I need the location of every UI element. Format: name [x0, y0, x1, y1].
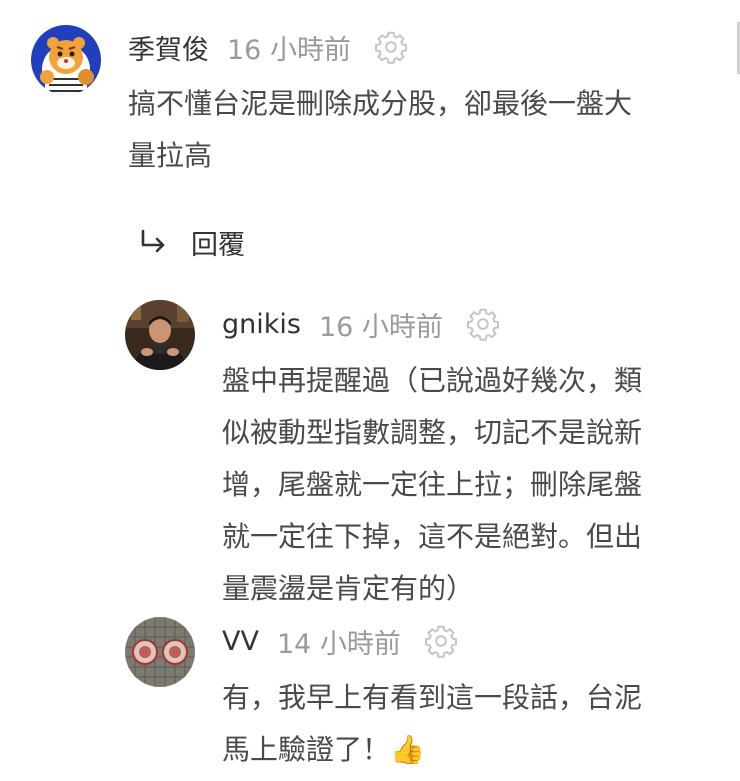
- tiger-avatar-icon: [31, 25, 101, 95]
- comment-text: 有，我早上有看到這一段話，台泥 馬上驗證了！👍: [222, 672, 712, 776]
- thumbs-up-icon: 👍: [390, 733, 425, 766]
- gear-icon[interactable]: [373, 29, 409, 65]
- comment-text: 盤中再提醒過（已說過好幾次，類 似被動型指數調整，切記不是說新 增，尾盤就一定往…: [222, 364, 643, 605]
- timestamp: 16 小時前: [227, 34, 351, 66]
- reply-label: 回覆: [191, 229, 245, 261]
- avatar[interactable]: [125, 300, 195, 370]
- comment-header: VV 14 小時前: [222, 621, 459, 661]
- reply-arrow-icon: [141, 229, 165, 253]
- reply-button[interactable]: 回覆: [137, 222, 245, 262]
- comment-text-content: 有，我早上有看到這一段話，台泥 馬上驗證了！: [222, 681, 643, 766]
- author-name[interactable]: gnikis: [222, 309, 301, 340]
- author-name[interactable]: 季賀俊: [128, 28, 209, 67]
- comment-header: 季賀俊 16 小時前: [128, 27, 409, 67]
- pattern-avatar-icon: [125, 617, 195, 687]
- avatar[interactable]: [31, 25, 101, 95]
- gear-icon[interactable]: [465, 306, 501, 342]
- timestamp: 14 小時前: [276, 628, 401, 660]
- person-avatar-icon: [125, 300, 195, 370]
- author-name[interactable]: VV: [222, 626, 259, 657]
- gear-icon[interactable]: [423, 623, 459, 659]
- comment-text: 搞不懂台泥是刪除成分股，卻最後一盤大 量拉高: [128, 87, 633, 172]
- timestamp: 16 小時前: [318, 311, 443, 343]
- comment-header: gnikis 16 小時前: [222, 304, 501, 344]
- avatar[interactable]: [125, 617, 195, 687]
